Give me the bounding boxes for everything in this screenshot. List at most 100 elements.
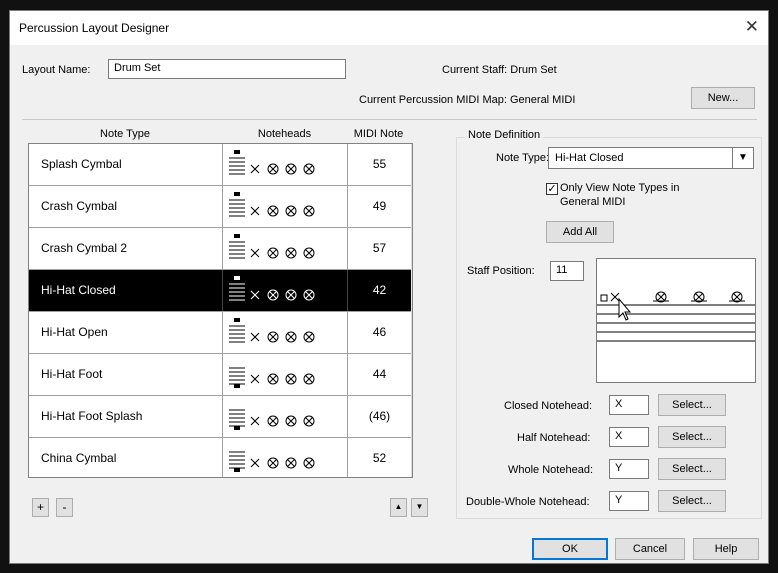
note-type-cell: Hi-Hat Closed	[29, 270, 223, 311]
current-midi-map-text: Current Percussion MIDI Map: General MID…	[359, 94, 576, 106]
midi-note-cell: 57	[348, 228, 411, 269]
table-row[interactable]: Hi-Hat Foot Splash (46)	[29, 396, 411, 438]
cancel-button[interactable]: Cancel	[615, 538, 685, 560]
note-type-name: Splash Cymbal	[41, 157, 122, 171]
new-button[interactable]: New...	[691, 87, 755, 109]
notehead-preview-icon	[229, 234, 315, 259]
ok-button[interactable]: OK	[532, 538, 608, 560]
midi-note-value: 44	[372, 367, 387, 381]
whole-notehead-label: Whole Notehead:	[508, 464, 593, 476]
double-whole-notehead-select-button[interactable]: Select...	[658, 490, 726, 512]
note-type-name: Hi-Hat Closed	[41, 283, 116, 297]
current-staff-text: Current Staff: Drum Set	[442, 64, 557, 76]
note-type-name: Crash Cymbal	[41, 199, 118, 213]
table-row[interactable]: Hi-Hat Foot 44	[29, 354, 411, 396]
double-whole-notehead-input[interactable]: Y	[609, 491, 649, 511]
notehead-preview-icon	[229, 318, 315, 343]
move-up-button[interactable]: ▲	[390, 498, 407, 517]
col-header-note-type: Note Type	[100, 128, 150, 140]
note-type-cell: Crash Cymbal	[29, 186, 223, 227]
note-type-cell: China Cymbal	[29, 438, 223, 477]
notehead-preview-icon	[229, 276, 315, 301]
midi-note-cell: 49	[348, 186, 411, 227]
notehead-preview-icon	[229, 451, 315, 472]
noteheads-cell	[223, 228, 348, 269]
midi-note-value: 57	[372, 241, 387, 255]
move-down-button[interactable]: ▼	[411, 498, 428, 517]
add-note-type-button[interactable]: +	[32, 498, 49, 517]
notehead-preview-icon	[229, 192, 315, 217]
table-row[interactable]: Splash Cymbal 55	[29, 144, 411, 186]
only-view-label-1: Only View Note Types in	[560, 182, 680, 194]
noteheads-cell	[223, 144, 348, 185]
staff-position-input[interactable]: 11	[550, 261, 584, 281]
title-bar: Percussion Layout Designer ✕	[10, 11, 768, 45]
half-notehead-select-button[interactable]: Select...	[658, 426, 726, 448]
col-header-midi-note: MIDI Note	[353, 128, 404, 140]
whole-notehead-input[interactable]: Y	[609, 459, 649, 479]
note-type-name: Hi-Hat Foot	[41, 367, 103, 381]
window-title: Percussion Layout Designer	[19, 21, 170, 35]
note-type-cell: Splash Cymbal	[29, 144, 223, 185]
midi-note-value: 55	[372, 157, 387, 171]
closed-notehead-label: Closed Notehead:	[504, 400, 593, 412]
table-row[interactable]: Hi-Hat Open 46	[29, 312, 411, 354]
close-icon[interactable]: ✕	[745, 17, 759, 37]
half-notehead-input[interactable]: X	[609, 427, 649, 447]
midi-note-cell: 55	[348, 144, 411, 185]
scroll-down-icon[interactable]: ▼	[412, 465, 413, 475]
only-view-checkbox[interactable]: ✓	[546, 183, 558, 195]
table-row[interactable]: China Cymbal 52	[29, 438, 411, 477]
note-type-cell: Crash Cymbal 2	[29, 228, 223, 269]
midi-note-value: (46)	[368, 409, 391, 423]
layout-name-input[interactable]: Drum Set	[108, 59, 346, 79]
noteheads-cell	[223, 396, 348, 437]
midi-note-cell: 46	[348, 312, 411, 353]
whole-notehead-select-button[interactable]: Select...	[658, 458, 726, 480]
table-row[interactable]: Crash Cymbal 2 57	[29, 228, 411, 270]
note-type-name: Hi-Hat Foot Splash	[41, 409, 143, 423]
note-type-name: Crash Cymbal 2	[41, 241, 128, 255]
percussion-layout-dialog: Percussion Layout Designer ✕ Layout Name…	[9, 10, 769, 564]
chevron-down-icon[interactable]: ▼	[732, 148, 753, 168]
double-whole-notehead-label: Double-Whole Notehead:	[466, 496, 590, 508]
noteheads-cell	[223, 354, 348, 395]
separator	[22, 119, 757, 120]
midi-note-value: 42	[372, 283, 387, 297]
half-notehead-label: Half Notehead:	[517, 432, 591, 444]
note-type-cell: Hi-Hat Foot	[29, 354, 223, 395]
note-type-name: China Cymbal	[41, 451, 117, 465]
help-button[interactable]: Help	[693, 538, 759, 560]
staff-preview-drawing	[597, 291, 755, 342]
table-row[interactable]: Crash Cymbal 49	[29, 186, 411, 228]
closed-notehead-input[interactable]: X	[609, 395, 649, 415]
remove-note-type-button[interactable]: -	[56, 498, 73, 517]
noteheads-cell	[223, 438, 348, 477]
note-type-value: Hi-Hat Closed	[555, 152, 624, 164]
note-type-label: Note Type:	[496, 152, 549, 164]
staff-position-label: Staff Position:	[467, 265, 535, 277]
scroll-up-icon[interactable]: ▲	[412, 146, 413, 156]
layout-name-label: Layout Name:	[22, 64, 91, 76]
note-type-select[interactable]: Hi-Hat Closed ▼	[548, 147, 754, 169]
midi-note-value: 46	[372, 325, 387, 339]
add-all-button[interactable]: Add All	[546, 221, 614, 243]
col-header-noteheads: Noteheads	[257, 128, 312, 140]
noteheads-cell	[223, 270, 348, 311]
midi-note-cell: 42	[348, 270, 411, 311]
note-type-name: Hi-Hat Open	[41, 325, 108, 339]
midi-note-value: 49	[372, 199, 387, 213]
only-view-label-2: General MIDI	[560, 196, 626, 208]
table-scrollbar[interactable]: ▲ ▼	[411, 144, 413, 477]
note-definition-title: Note Definition	[465, 129, 544, 141]
midi-note-cell: 44	[348, 354, 411, 395]
noteheads-cell	[223, 186, 348, 227]
closed-notehead-select-button[interactable]: Select...	[658, 394, 726, 416]
notehead-preview-icon	[229, 150, 315, 175]
note-type-table[interactable]: Splash Cymbal 55 Crash Cymbal 49 Crash Cymba…	[28, 143, 413, 478]
noteheads-cell	[223, 312, 348, 353]
table-row[interactable]: Hi-Hat Closed 42	[29, 270, 411, 312]
note-type-cell: Hi-Hat Open	[29, 312, 223, 353]
midi-note-value: 52	[372, 451, 387, 465]
note-type-cell: Hi-Hat Foot Splash	[29, 396, 223, 437]
